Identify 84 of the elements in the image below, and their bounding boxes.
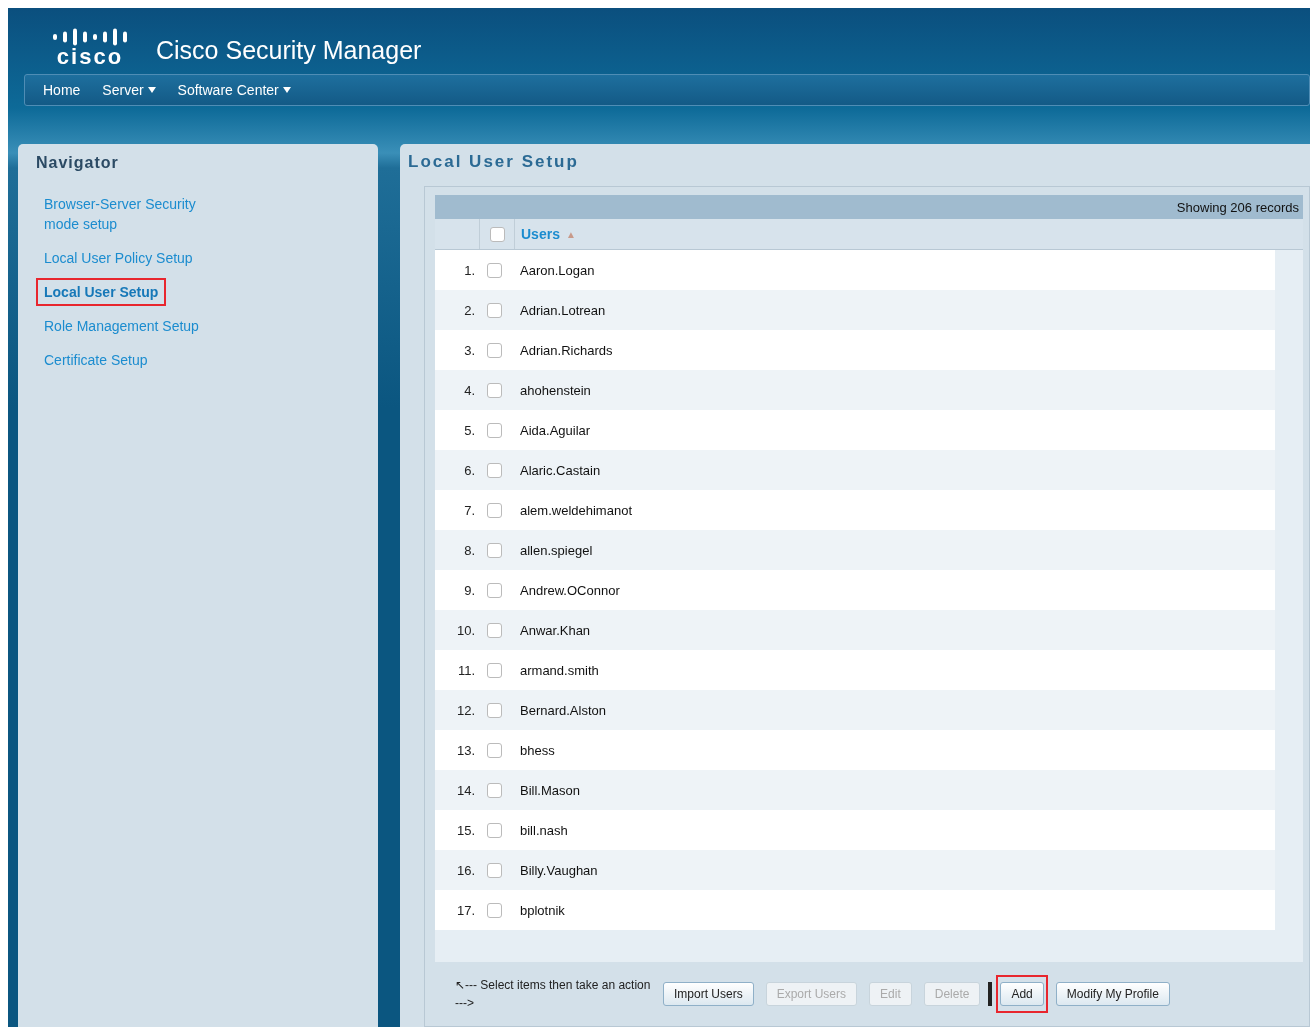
- row-number: 2.: [463, 302, 475, 318]
- user-name: Adrian.Lotrean: [519, 302, 606, 318]
- user-name: bhess: [519, 742, 555, 758]
- record-count: Showing 206 records: [1176, 199, 1299, 215]
- row-number: 4.: [463, 382, 475, 398]
- logo-text: cisco: [56, 46, 124, 68]
- menu-item[interactable]: Server: [102, 82, 156, 98]
- row-number: 11.: [456, 662, 475, 678]
- table-row[interactable]: 3. Adrian.Richards: [435, 330, 1275, 370]
- action-button[interactable]: Add: [1000, 982, 1044, 1006]
- row-number: 10.: [455, 622, 475, 638]
- row-number: 1.: [463, 262, 475, 278]
- table-row[interactable]: 9. Andrew.OConnor: [435, 570, 1275, 610]
- menu-item[interactable]: Software Center: [177, 82, 291, 98]
- row-checkbox[interactable]: [487, 782, 502, 798]
- row-number: 14.: [455, 782, 475, 798]
- user-name: Adrian.Richards: [519, 342, 613, 358]
- row-number: 8.: [463, 542, 475, 558]
- row-checkbox[interactable]: [487, 382, 502, 398]
- row-checkbox[interactable]: [487, 302, 502, 318]
- table-row[interactable]: 10. Anwar.Khan: [435, 610, 1275, 650]
- nav-link[interactable]: Local User Setup: [36, 278, 167, 306]
- row-number: 3.: [463, 342, 475, 358]
- row-number: 15.: [455, 822, 475, 838]
- user-name: bplotnik: [519, 902, 565, 918]
- table-row[interactable]: 8. allen.spiegel: [435, 530, 1275, 570]
- user-name: alem.weldehimanot: [519, 502, 632, 518]
- row-checkbox[interactable]: [487, 902, 502, 918]
- navigator-title: Navigator: [36, 154, 120, 172]
- table-row[interactable]: 1. Aaron.Logan: [435, 250, 1275, 290]
- row-checkbox[interactable]: [487, 462, 502, 478]
- row-number: 9.: [463, 582, 475, 598]
- logo-bars-icon: [50, 28, 130, 46]
- user-name: Aida.Aguilar: [519, 422, 591, 438]
- table-row[interactable]: 11. armand.smith: [435, 650, 1275, 690]
- row-number: 17.: [455, 902, 475, 918]
- menu-item[interactable]: Home: [43, 82, 81, 98]
- user-name: armand.smith: [519, 662, 599, 678]
- select-all-checkbox[interactable]: [489, 226, 505, 242]
- table-row[interactable]: 2. Adrian.Lotrean: [435, 290, 1275, 330]
- user-name: allen.spiegel: [519, 542, 593, 558]
- page-title: Local User Setup: [408, 152, 580, 172]
- table-row[interactable]: 15. bill.nash: [435, 810, 1275, 850]
- user-name: Billy.Vaughan: [519, 862, 598, 878]
- user-name: Alaric.Castain: [519, 462, 601, 478]
- user-name: Bill.Mason: [519, 782, 580, 798]
- action-button[interactable]: Modify My Profile: [1055, 982, 1170, 1006]
- row-checkbox[interactable]: [487, 342, 502, 358]
- user-name: Aaron.Logan: [519, 262, 595, 278]
- action-hint: ↖--- Select items then take an action --->: [455, 977, 652, 1012]
- row-checkbox[interactable]: [487, 822, 502, 838]
- user-name: Bernard.Alston: [519, 702, 606, 718]
- row-number: 16.: [455, 862, 475, 878]
- row-checkbox[interactable]: [487, 582, 502, 598]
- row-checkbox[interactable]: [487, 502, 502, 518]
- table-row[interactable]: 13. bhess: [435, 730, 1275, 770]
- row-checkbox[interactable]: [487, 542, 502, 558]
- row-checkbox[interactable]: [487, 622, 502, 638]
- table-row[interactable]: 5. Aida.Aguilar: [435, 410, 1275, 450]
- table-row[interactable]: 7. alem.weldehimanot: [435, 490, 1275, 530]
- row-checkbox[interactable]: [487, 702, 502, 718]
- user-name: bill.nash: [519, 822, 568, 838]
- row-checkbox[interactable]: [487, 262, 502, 278]
- action-button[interactable]: Import Users: [663, 982, 754, 1006]
- row-number: 12.: [455, 702, 475, 718]
- row-number: 13.: [455, 742, 475, 758]
- table-row[interactable]: 14. Bill.Mason: [435, 770, 1275, 810]
- row-checkbox[interactable]: [487, 422, 502, 438]
- row-checkbox[interactable]: [487, 662, 502, 678]
- table-row[interactable]: 12. Bernard.Alston: [435, 690, 1275, 730]
- table-row[interactable]: 4. ahohenstein: [435, 370, 1275, 410]
- user-name: Andrew.OConnor: [519, 582, 620, 598]
- row-number: 6.: [463, 462, 475, 478]
- table-row[interactable]: 6. Alaric.Castain: [435, 450, 1275, 490]
- row-number: 5.: [463, 422, 475, 438]
- row-number: 7.: [463, 502, 475, 518]
- app-title: Cisco Security Manager: [156, 35, 422, 66]
- user-name: ahohenstein: [519, 382, 591, 398]
- table-row[interactable]: 17. bplotnik: [435, 890, 1275, 930]
- row-checkbox[interactable]: [487, 862, 502, 878]
- row-checkbox[interactable]: [487, 742, 502, 758]
- user-name: Anwar.Khan: [519, 622, 591, 638]
- table-row[interactable]: 16. Billy.Vaughan: [435, 850, 1275, 890]
- sort-indicator: ▲: [565, 228, 576, 240]
